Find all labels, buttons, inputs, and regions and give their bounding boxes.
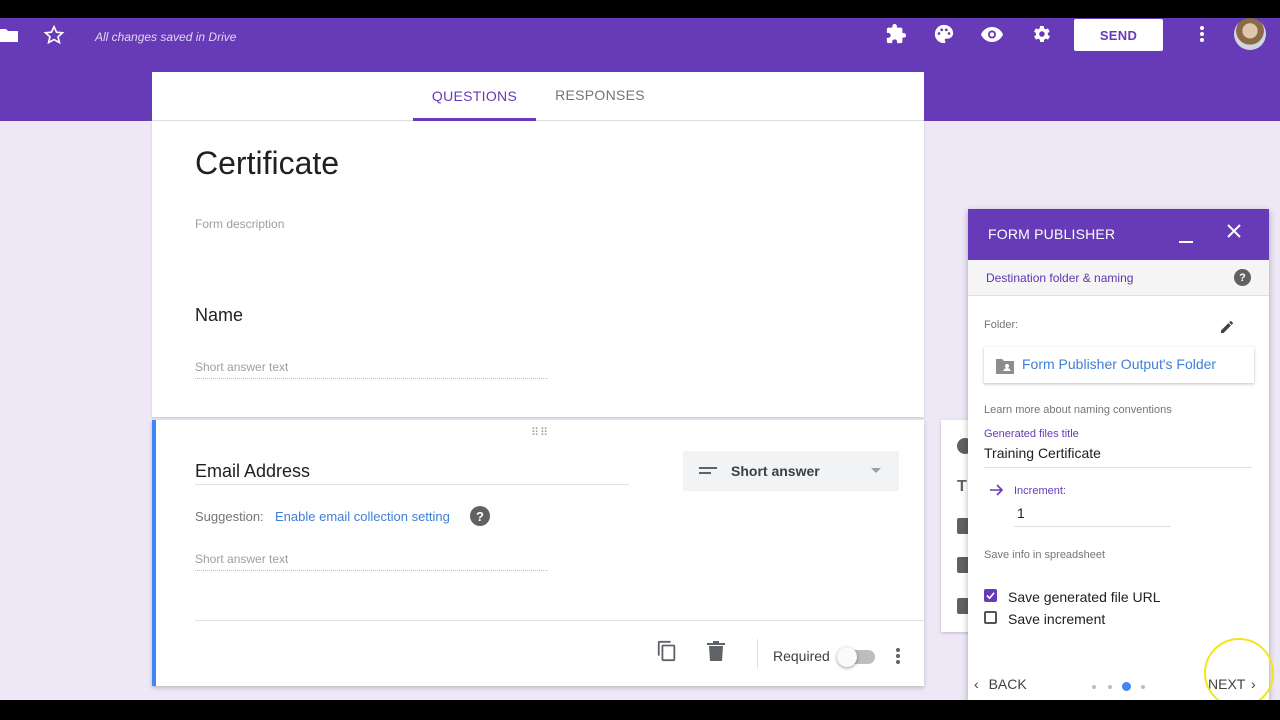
step-dot (1108, 685, 1112, 689)
back-button[interactable]: ‹ BACK (974, 676, 1027, 692)
settings-gear-icon[interactable] (1029, 22, 1053, 46)
form-publisher-panel: FORM PUBLISHER Destination folder & nami… (968, 209, 1269, 700)
question-side-toolbar: T (941, 420, 973, 632)
help-icon[interactable]: ? (1234, 269, 1251, 286)
more-vert-icon[interactable] (890, 644, 906, 668)
send-button[interactable]: SEND (1074, 19, 1163, 51)
tabs-bar: QUESTIONS RESPONSES (152, 72, 924, 121)
naming-conventions-link[interactable]: Learn more about naming conventions (984, 404, 1172, 416)
save-status: All changes saved in Drive (95, 30, 237, 44)
duplicate-icon[interactable] (654, 638, 680, 664)
generated-title-label: Generated files title (984, 428, 1079, 440)
form-description-field[interactable]: Form description (195, 217, 284, 231)
chevron-left-icon: ‹ (974, 676, 979, 692)
divider (195, 620, 924, 621)
trash-icon[interactable] (703, 638, 729, 664)
more-vert-icon[interactable] (1192, 24, 1212, 44)
pencil-icon[interactable] (1217, 317, 1237, 337)
tab-questions[interactable]: QUESTIONS (413, 72, 536, 121)
short-answer-placeholder: Short answer text (195, 360, 548, 379)
save-url-label[interactable]: Save generated file URL (1008, 589, 1161, 605)
required-label: Required (773, 648, 830, 664)
step-dot-current (1122, 682, 1131, 691)
panel-title: FORM PUBLISHER (988, 226, 1116, 242)
form-title[interactable]: Certificate (195, 145, 339, 182)
star-icon[interactable] (43, 24, 65, 46)
help-icon[interactable]: ? (470, 506, 490, 526)
minimize-icon[interactable] (1176, 227, 1196, 247)
arrow-right-icon (990, 484, 1004, 496)
palette-icon[interactable] (932, 22, 956, 46)
input-underline (984, 467, 1252, 468)
shared-folder-icon (996, 359, 1014, 374)
short-answer-lines-icon (699, 467, 717, 474)
panel-header: FORM PUBLISHER (968, 209, 1269, 260)
short-answer-placeholder: Short answer text (195, 552, 548, 571)
back-label: BACK (988, 676, 1027, 692)
destination-folder-box[interactable]: Form Publisher Output's Folder (984, 347, 1254, 383)
save-info-label: Save info in spreadsheet (984, 549, 1106, 561)
question-title-name[interactable]: Name (195, 305, 243, 326)
generated-title-input[interactable]: Training Certificate (984, 445, 1101, 461)
chevron-down-icon (871, 468, 881, 473)
tab-responses[interactable]: RESPONSES (550, 72, 650, 118)
folder-label: Folder: (984, 319, 1019, 331)
question-title-email[interactable]: Email Address (195, 461, 310, 482)
save-increment-checkbox[interactable] (984, 611, 997, 624)
enable-email-collection-link[interactable]: Enable email collection setting (275, 509, 450, 524)
question-type-select[interactable]: Short answer (683, 451, 899, 491)
folder-icon[interactable] (0, 26, 18, 44)
increment-input[interactable]: 1 (1017, 505, 1025, 521)
suggestion-label: Suggestion: (195, 509, 264, 524)
preview-eye-icon[interactable] (980, 22, 1004, 46)
folder-name[interactable]: Form Publisher Output's Folder (1022, 356, 1216, 372)
footer-separator (757, 639, 758, 669)
save-url-checkbox[interactable] (984, 589, 997, 602)
form-header-card: Certificate Form description Name Short … (152, 121, 924, 417)
question-card-email[interactable]: ⠿⠿ Email Address Short answer Suggestion… (152, 420, 924, 686)
add-title-icon[interactable]: T (957, 478, 967, 496)
question-type-label: Short answer (731, 463, 820, 479)
save-increment-label[interactable]: Save increment (1008, 611, 1105, 627)
panel-section-bar: Destination folder & naming ? (968, 260, 1269, 296)
section-title: Destination folder & naming (986, 271, 1134, 285)
required-toggle-knob[interactable] (837, 647, 857, 667)
step-dot (1092, 685, 1096, 689)
input-underline (1014, 526, 1171, 527)
app-window: All changes saved in Drive SEND QUESTION… (0, 18, 1280, 700)
close-icon[interactable] (1224, 221, 1244, 241)
addon-puzzle-icon[interactable] (884, 22, 908, 46)
drag-handle-icon[interactable]: ⠿⠿ (531, 426, 549, 439)
increment-label: Increment: (1014, 485, 1066, 497)
title-underline (195, 484, 629, 485)
step-dot (1141, 685, 1145, 689)
avatar[interactable] (1234, 18, 1266, 50)
cursor-highlight (1204, 638, 1274, 700)
